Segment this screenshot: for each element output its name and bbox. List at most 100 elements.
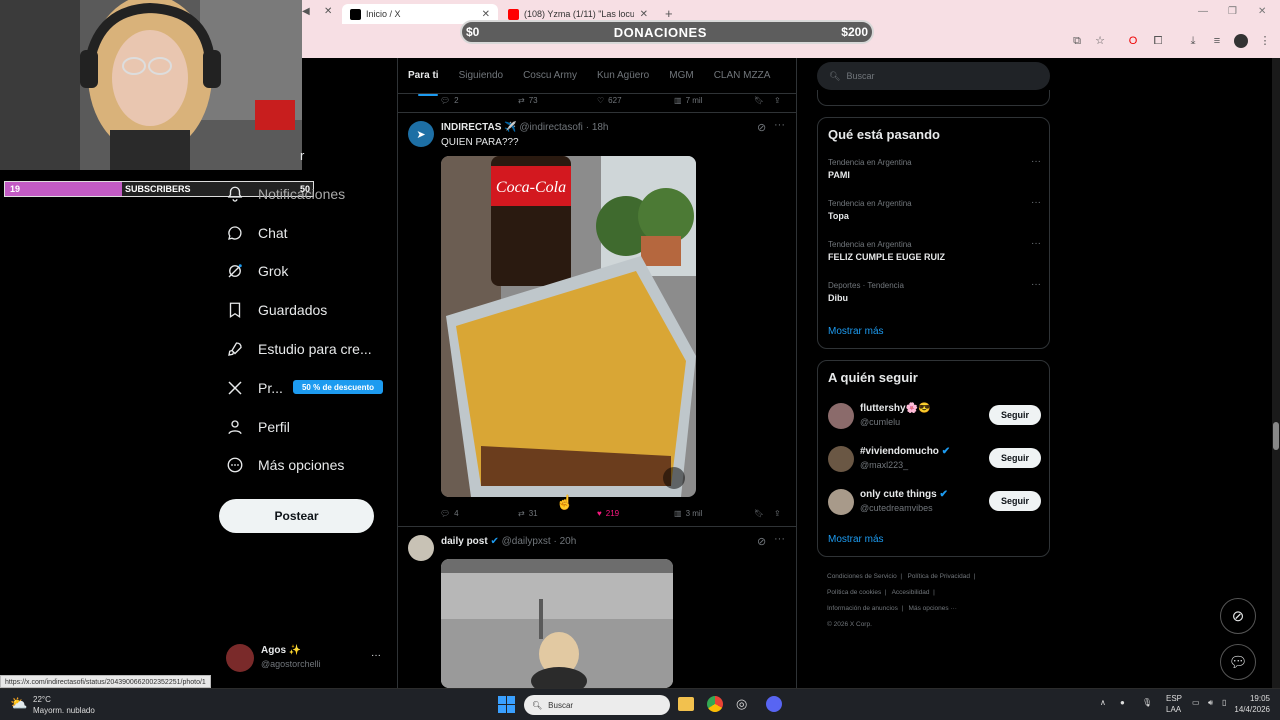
post-dailypost[interactable]: daily post ✔ @dailypxst · 20h ⊘ ···	[398, 527, 796, 688]
post-image-lasagna[interactable]: Coca-Cola	[441, 156, 696, 497]
minimize-icon[interactable]: —	[1198, 6, 1208, 17]
like-button[interactable]: ♡ 627	[597, 96, 622, 105]
post-image-dog[interactable]	[441, 559, 673, 688]
share-icon[interactable]: ⇪	[774, 96, 781, 105]
promo-badge[interactable]: 50 % de descuento	[293, 380, 383, 394]
footer-link[interactable]: Accesibilidad	[892, 589, 930, 596]
tab-coscu-army[interactable]: Coscu Army	[513, 58, 587, 94]
windows-start-icon[interactable]	[498, 696, 515, 713]
footer-link[interactable]: Más opciones ···	[909, 605, 957, 612]
more-icon[interactable]: ···	[774, 119, 785, 131]
grok-float-icon[interactable]: ⊘	[1220, 598, 1256, 634]
close-tab-icon[interactable]: ✕	[482, 9, 490, 20]
reply-button[interactable]: 💬︎ 2	[440, 96, 459, 105]
grok-icon[interactable]: ⊘	[757, 535, 766, 548]
footer-link[interactable]: Política de cookies	[827, 589, 881, 596]
more-icon[interactable]: ···	[774, 533, 785, 545]
suggestion-item[interactable]: only cute things ✔ @cutedreamvibes Segui…	[828, 487, 1041, 517]
weather-icon[interactable]: ⛅	[10, 695, 27, 712]
show-more-trends-link[interactable]: Mostrar más	[828, 326, 884, 337]
obs-icon[interactable]: ◎	[736, 696, 747, 712]
repost-button[interactable]: ⇄ 73	[518, 96, 538, 105]
taskbar-search[interactable]: 🔍︎ Buscar	[524, 695, 670, 715]
opera-icon[interactable]: O	[1126, 34, 1140, 48]
reply-button[interactable]: 💬︎ 4	[440, 509, 459, 518]
post-button[interactable]: Postear	[219, 499, 374, 533]
scrollbar-track[interactable]	[1272, 58, 1280, 688]
nav-premium[interactable]: Pr...	[226, 373, 283, 403]
footer-link[interactable]: Información de anuncios	[827, 605, 898, 612]
bookmark-icon[interactable]: 🔖︎	[754, 509, 764, 518]
clock-date[interactable]: 14/4/2026	[1222, 705, 1270, 714]
nav-bookmarks[interactable]: Guardados	[226, 295, 327, 325]
footer-link[interactable]: Política de Privacidad	[907, 573, 970, 580]
share-icon[interactable]: ⇪	[774, 509, 781, 518]
more-icon[interactable]: ···	[1031, 156, 1041, 167]
discord-icon[interactable]	[766, 696, 782, 712]
search-input[interactable]: 🔍︎ Buscar	[817, 62, 1050, 90]
account-switcher[interactable]: Agos ✨ @agostorchelli ···	[226, 644, 386, 674]
bookmark-icon[interactable]: 🔖︎	[754, 96, 764, 105]
nav-grok[interactable]: Grok	[226, 256, 288, 286]
language-code[interactable]: ESP	[1166, 694, 1182, 703]
reading-list-icon[interactable]: ≡	[1210, 34, 1224, 48]
suggestion-item[interactable]: fluttershy🌸😎 @cumlelu Seguir	[828, 401, 1041, 431]
post-time[interactable]: 18h	[592, 122, 609, 133]
nav-more-options[interactable]: Más opciones	[226, 450, 344, 480]
tab-siguiendo[interactable]: Siguiendo	[449, 58, 513, 94]
trend-item[interactable]: Tendencia en Argentina FELIZ CUMPLE EUGE…	[828, 238, 1041, 262]
show-more-suggestions-link[interactable]: Mostrar más	[828, 534, 884, 545]
avatar[interactable]	[408, 535, 434, 561]
nav-creator-studio[interactable]: Estudio para cre...	[226, 334, 372, 364]
clock-time[interactable]: 19:05	[1230, 694, 1270, 703]
scrollbar-thumb[interactable]	[1273, 422, 1279, 450]
more-icon[interactable]: ···	[1031, 238, 1041, 249]
tab-mgm[interactable]: MGM	[659, 58, 703, 94]
chrome-icon[interactable]	[707, 696, 723, 712]
avatar[interactable]: ➤	[408, 121, 434, 147]
repost-button[interactable]: ⇄ 31	[518, 509, 538, 518]
install-app-icon[interactable]: ⧉	[1070, 34, 1084, 48]
tab-clan-mzza[interactable]: CLAN MZZA	[704, 58, 781, 94]
more-icon[interactable]: ···	[1031, 279, 1041, 290]
browser-menu-icon[interactable]: ⋮	[1258, 34, 1272, 48]
file-explorer-icon[interactable]	[678, 697, 694, 711]
volume-icon[interactable]: 🔊︎	[1208, 698, 1213, 708]
new-tab-icon[interactable]: +	[665, 6, 673, 21]
nav-notifications[interactable]: Notificaciones	[226, 179, 345, 209]
account-more-icon[interactable]: ···	[371, 650, 381, 661]
language-layout[interactable]: LAA	[1166, 705, 1181, 714]
views-button[interactable]: ▥ 7 mil	[674, 96, 702, 105]
post-author[interactable]: daily post	[441, 536, 488, 547]
mute-tab-icon[interactable]: ◀	[302, 6, 310, 17]
views-button[interactable]: ▥ 3 mil	[674, 509, 702, 518]
post-indirectas[interactable]: ➤ INDIRECTAS ✈️ @indirectasofi · 18h ⊘ ·…	[398, 113, 796, 526]
follow-button[interactable]: Seguir	[989, 448, 1041, 468]
trend-item[interactable]: Deportes · Tendencia Dibu ···	[828, 279, 1041, 303]
tab-kun-aguero[interactable]: Kun Agüero	[587, 58, 659, 94]
suggestion-item[interactable]: #viviendomucho ✔ @maxl223_ Seguir	[828, 444, 1041, 474]
trend-item[interactable]: Tendencia en Argentina Topa ···	[828, 197, 1041, 221]
maximize-icon[interactable]: ❐	[1228, 6, 1237, 17]
close-tab-icon[interactable]: ✕	[324, 6, 332, 17]
follow-button[interactable]: Seguir	[989, 491, 1041, 511]
more-icon[interactable]: ···	[1031, 197, 1041, 208]
messages-float-icon[interactable]: 💬︎	[1220, 644, 1256, 680]
tray-chevron-icon[interactable]: ∧	[1100, 698, 1106, 707]
post-author[interactable]: INDIRECTAS ✈️	[441, 122, 517, 133]
close-tab-icon[interactable]: ✕	[640, 9, 648, 20]
follow-button[interactable]: Seguir	[989, 405, 1041, 425]
footer-link[interactable]: Condiciones de Servicio	[827, 573, 897, 580]
tray-app-icon[interactable]: ●	[1120, 698, 1125, 707]
window-close-icon[interactable]: ✕	[1258, 6, 1266, 17]
tab-para-ti[interactable]: Para ti	[398, 58, 449, 94]
post-handle[interactable]: @dailypxst	[502, 536, 551, 547]
extensions-icon[interactable]: ⧠	[1151, 34, 1165, 48]
profile-avatar-icon[interactable]	[1234, 34, 1248, 48]
star-icon[interactable]: ☆	[1093, 34, 1107, 48]
grok-icon[interactable]: ⊘	[757, 121, 766, 134]
network-icon[interactable]: ▭	[1192, 698, 1200, 707]
post-handle[interactable]: @indirectasofi	[519, 122, 583, 133]
microphone-icon[interactable]: 🎙︎	[1142, 698, 1152, 707]
post-time[interactable]: 20h	[560, 536, 577, 547]
